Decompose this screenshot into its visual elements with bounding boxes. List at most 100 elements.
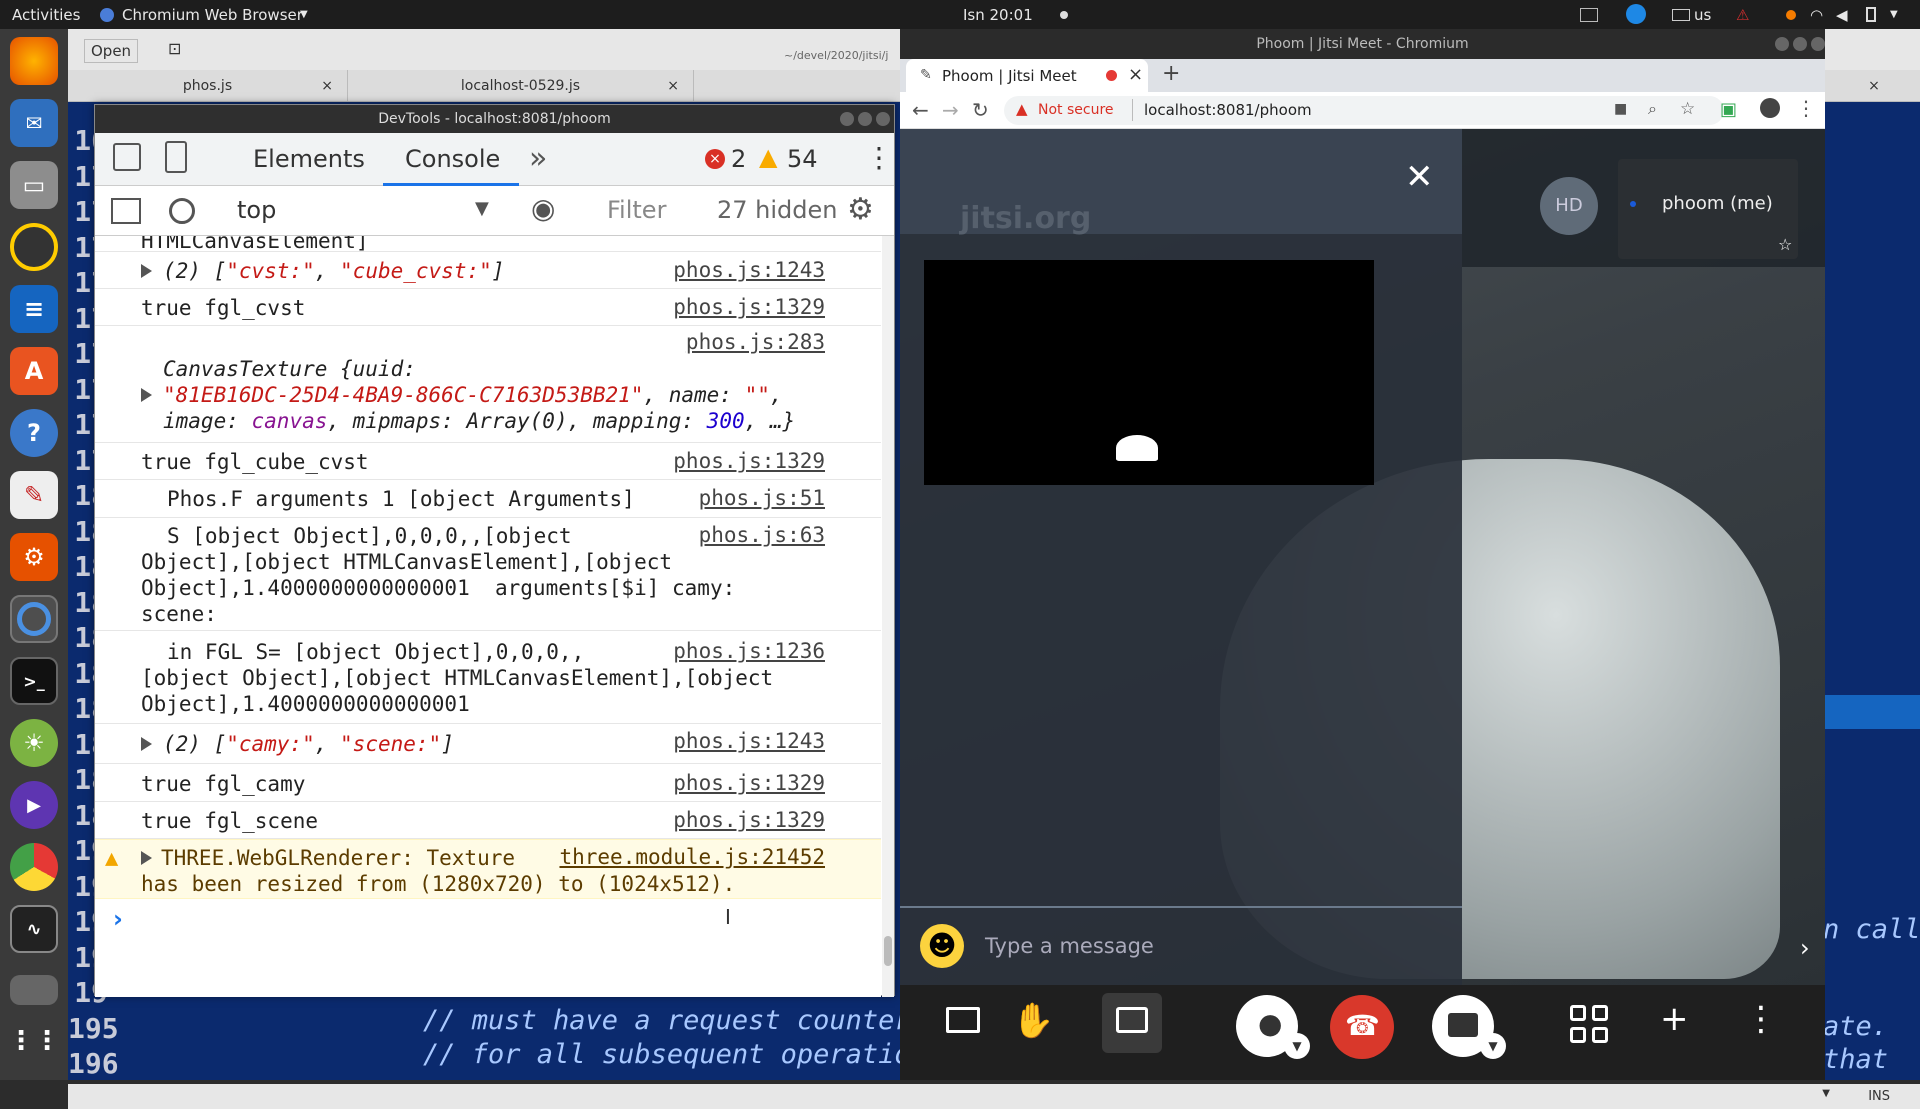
sidebar-toggle-icon[interactable]: [111, 198, 141, 224]
warning-count[interactable]: 54: [787, 145, 818, 173]
more-options-icon[interactable]: ⋮: [1744, 999, 1778, 1039]
source-link[interactable]: phos.js:283: [686, 330, 825, 354]
app-menu[interactable]: Chromium Web Browser: [122, 6, 303, 24]
star-icon[interactable]: ☆: [1680, 99, 1695, 119]
close-button[interactable]: [876, 112, 890, 126]
expand-triangle-icon[interactable]: [141, 851, 152, 865]
text-editor-icon[interactable]: ✎: [10, 471, 58, 519]
keyboard-icon[interactable]: [1672, 9, 1690, 21]
console-scrollbar[interactable]: [882, 236, 894, 997]
local-video-thumbnail[interactable]: phoom (me) ☆: [1618, 159, 1798, 259]
tab-phos-js[interactable]: phos.js ×: [68, 70, 348, 102]
extension-icon[interactable]: ▣: [1720, 99, 1737, 120]
tab-jitsi[interactable]: ✎ Phoom | Jitsi Meet ×: [906, 59, 1148, 92]
warning-icon[interactable]: ▲: [759, 143, 777, 171]
expand-triangle-icon[interactable]: [141, 737, 152, 751]
pin-star-icon[interactable]: ☆: [1778, 235, 1792, 254]
battery-icon[interactable]: [1866, 7, 1876, 22]
tab-console[interactable]: Console: [405, 145, 500, 173]
console-row[interactable]: (2) ["cvst:", "cube_cvst:"] phos.js:1243: [95, 252, 881, 289]
warning-icon[interactable]: ⚠: [1736, 6, 1749, 24]
inspect-element-icon[interactable]: [113, 143, 141, 171]
source-link[interactable]: phos.js:1329: [673, 295, 825, 319]
calendar-icon[interactable]: [1580, 8, 1598, 22]
chevron-down-icon[interactable]: ▼: [475, 198, 489, 219]
reload-icon[interactable]: ↻: [972, 98, 989, 122]
chat-toggle-button[interactable]: [1102, 993, 1162, 1053]
invite-plus-icon[interactable]: +: [1660, 999, 1689, 1039]
volume-icon[interactable]: ◀: [1836, 6, 1848, 24]
brightness-icon[interactable]: ☀: [10, 719, 58, 767]
keyboard-layout[interactable]: us: [1694, 6, 1711, 24]
tile-view-icon[interactable]: [1570, 1005, 1608, 1043]
avatar[interactable]: HD: [1540, 177, 1598, 235]
drive-icon[interactable]: [10, 975, 58, 1005]
files-icon[interactable]: ▭: [10, 161, 58, 209]
tab-localhost-js[interactable]: localhost-0529.js ×: [348, 70, 694, 102]
settings-icon[interactable]: ⚙: [10, 533, 58, 581]
update-icon[interactable]: [1786, 10, 1796, 20]
chat-input[interactable]: Type a message: [985, 934, 1154, 958]
help-icon[interactable]: ?: [10, 409, 58, 457]
source-link[interactable]: phos.js:1329: [673, 771, 825, 795]
scrollbar-thumb[interactable]: [884, 936, 892, 966]
thunderbird-icon[interactable]: ✉: [10, 99, 58, 147]
context-selector[interactable]: top: [237, 196, 276, 224]
zoom-icon[interactable]: ⌕: [1648, 99, 1657, 119]
close-icon[interactable]: ×: [1828, 70, 1920, 102]
source-link[interactable]: phos.js:63: [699, 523, 825, 547]
error-icon[interactable]: ×: [705, 149, 725, 169]
source-link[interactable]: three.module.js:21452: [559, 845, 825, 869]
forward-icon[interactable]: →: [942, 98, 959, 122]
source-link[interactable]: phos.js:1243: [673, 729, 825, 753]
expand-triangle-icon[interactable]: [141, 264, 152, 278]
chrome-icon[interactable]: [10, 843, 58, 891]
console-prompt[interactable]: › I: [95, 899, 881, 997]
settings-gear-icon[interactable]: ⚙: [847, 192, 874, 227]
close-icon[interactable]: ×: [321, 70, 333, 102]
console-row[interactable]: phos.js:283 CanvasTexture {uuid: "81EB16…: [95, 326, 881, 443]
maximize-button[interactable]: [1793, 37, 1807, 51]
chevron-down-icon[interactable]: ▼: [1284, 1033, 1310, 1059]
terminal-icon[interactable]: >_: [10, 657, 58, 705]
screen-share-icon[interactable]: [946, 1007, 980, 1033]
close-chat-icon[interactable]: ✕: [1405, 157, 1434, 197]
back-icon[interactable]: ←: [912, 98, 929, 122]
filter-input[interactable]: Filter: [607, 196, 666, 224]
close-tab-icon[interactable]: ×: [1128, 64, 1143, 85]
app-grid-icon[interactable]: ⋮⋮: [8, 1017, 60, 1065]
expand-triangle-icon[interactable]: [141, 388, 152, 402]
chevron-right-icon[interactable]: ›: [1800, 934, 1810, 962]
media-player-icon[interactable]: ▶: [10, 781, 58, 829]
source-link[interactable]: phos.js:1329: [673, 449, 825, 473]
rhythmbox-icon[interactable]: [10, 223, 58, 271]
source-link[interactable]: phos.js:1329: [673, 808, 825, 832]
sync-icon[interactable]: [1626, 4, 1646, 24]
kebab-menu-icon[interactable]: ⋮: [1796, 96, 1816, 120]
new-tab-button[interactable]: +: [1162, 61, 1180, 86]
chevron-down-icon[interactable]: ▼: [1480, 1033, 1506, 1059]
url-text[interactable]: localhost:8081/phoom: [1144, 101, 1312, 119]
tab-elements[interactable]: Elements: [253, 145, 365, 173]
source-link[interactable]: phos.js:51: [699, 486, 825, 510]
camera-icon[interactable]: ■: [1614, 101, 1627, 117]
raise-hand-icon[interactable]: ✋: [1012, 1001, 1054, 1041]
system-menu-chevron-icon[interactable]: ▼: [1890, 9, 1898, 20]
emoji-icon[interactable]: ☻: [920, 924, 964, 968]
maximize-button[interactable]: [858, 112, 872, 126]
source-link[interactable]: phos.js:1236: [673, 639, 825, 663]
kebab-menu-icon[interactable]: ⋮: [865, 141, 893, 174]
console-row[interactable]: (2) ["camy:", "scene:"] phos.js:1243: [95, 724, 881, 764]
close-button[interactable]: [1811, 37, 1825, 51]
console-warning-row[interactable]: ▲ THREE.WebGLRenderer: Texture has been …: [95, 839, 881, 899]
hidden-count[interactable]: 27 hidden: [717, 196, 838, 224]
activities-button[interactable]: Activities: [12, 6, 80, 24]
hangup-button[interactable]: ☎: [1330, 995, 1394, 1059]
wifi-icon[interactable]: ◠: [1810, 6, 1823, 24]
eye-icon[interactable]: ◉: [531, 192, 555, 225]
writer-icon[interactable]: ≡: [10, 285, 58, 333]
minimize-button[interactable]: [840, 112, 854, 126]
more-tabs-button[interactable]: »: [529, 141, 547, 176]
chevron-down-icon[interactable]: ▼: [1822, 1088, 1830, 1099]
chromium-dock-icon[interactable]: [10, 595, 58, 643]
